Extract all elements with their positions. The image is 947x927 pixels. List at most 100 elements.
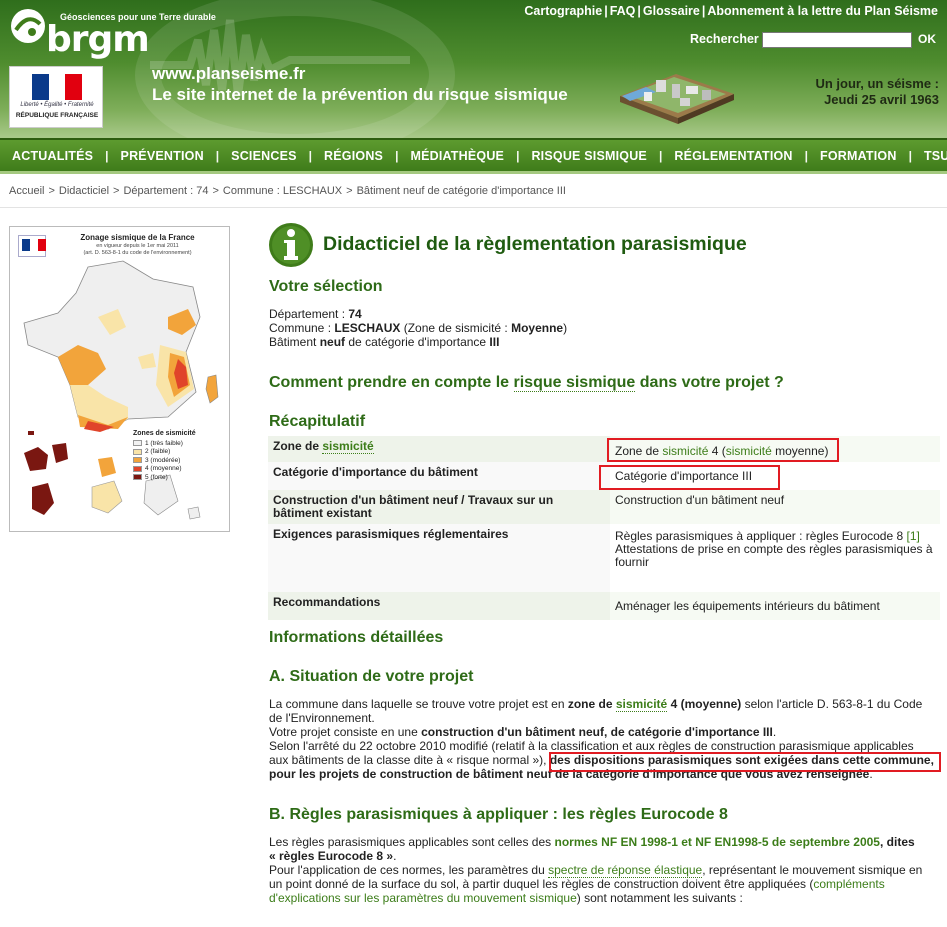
info-heading: Informations détaillées [269,629,444,646]
link-faq[interactable]: FAQ [610,4,636,18]
legend-label: 3 (modérée) [145,456,181,464]
complements-link[interactable]: compléments [813,877,884,891]
recap-val-exigences: Règles parasismiques à appliquer : règle… [610,524,940,592]
highlight-categorie-box [599,465,780,490]
link-separator: | [637,4,641,18]
daily-quake-date[interactable]: Jeudi 25 avril 1963 [815,92,939,108]
selection-departement: Département : 74 [269,307,567,321]
link-glossaire[interactable]: Glossaire [643,4,700,18]
sec-a-p2-post: . [772,725,777,739]
nav-regions[interactable]: RÉGIONS [312,149,395,163]
sec-a-p1-bold2: 4 (moyenne) [667,697,742,711]
marianne-flag-icon [32,74,83,100]
nav-risque-sismique[interactable]: RISQUE SISMIQUE [519,149,659,163]
city-block-illustration [620,74,734,124]
sec-a-p1-bold1: zone de [567,697,616,711]
nav-reglementation[interactable]: RÉGLEMENTATION [662,149,804,163]
map-subtitle-article: (art. D. 563-8-1 du code de l'environnem… [83,250,192,256]
recap-key-construction: Construction d'un bâtiment neuf / Travau… [268,490,610,524]
spectre-reponse-link[interactable]: spectre de réponse élastique [548,863,703,878]
nav-actualites[interactable]: ACTUALITÉS [0,149,105,163]
rf-name: RÉPUBLIQUE FRANÇAISE [15,112,99,119]
breadcrumb-departement[interactable]: Département : 74 [123,185,208,197]
nav-divider: | [658,148,663,163]
brgm-logo-text[interactable]: brgm [46,22,150,58]
map-legend-title: Zones de sismicité [133,430,196,437]
nav-tsunamis[interactable]: TSUNAMIS [912,149,947,163]
normes-nf-en-link[interactable]: normes NF EN 1998-1 et NF EN1998-5 de se… [555,835,880,849]
risque-sismique-link[interactable]: risque sismique [513,374,636,392]
site-url[interactable]: www.planseisme.fr [152,64,305,84]
legend-item: 4 (moyenne) [133,465,196,474]
legend-swatch [133,457,142,464]
sec-b-line: d'explications sur les paramètres du mou… [269,891,941,905]
sismicite-link[interactable]: sismicité [615,697,668,712]
selection-commune: Commune : LESCHAUX (Zone de sismicité : … [269,321,567,335]
recap-heading: Récapitulatif [269,413,366,430]
sec-b-line: Les règles parasismiques applicables son… [269,835,941,849]
link-separator: | [604,4,608,18]
nav-prevention[interactable]: PRÉVENTION [109,149,216,163]
sec-b-line: un point donné de la surface du sol, à p… [269,877,941,891]
table-row: Zone de sismicité Zone de sismicité 4 (s… [268,436,940,462]
legend-label: 1 (très faible) [145,439,183,447]
legend-swatch [133,448,142,455]
page-title: Didacticiel de la règlementation parasis… [323,233,747,255]
breadcrumb-accueil[interactable]: Accueil [9,185,44,197]
breadcrumb-separator: > [346,185,353,197]
breadcrumb-commune[interactable]: Commune : LESCHAUX [223,185,342,197]
bat-pre: Bâtiment [269,335,320,349]
recap-val-construction: Construction d'un bâtiment neuf [610,490,940,524]
nav-sciences[interactable]: SCIENCES [219,149,309,163]
search-ok-button[interactable]: OK [918,32,936,46]
breadcrumb: Accueil > Didacticiel > Département : 74 > Com… [9,185,566,197]
nav-mediatheque[interactable]: MÉDIATHÈQUE [398,149,516,163]
section-a-heading: A. Situation de votre projet [269,668,474,685]
sec-b-p2-mid: , représentant le mouvement sismique en [702,863,923,877]
sec-b-p2-pre: Pour l'application de ces normes, les pa… [269,863,549,877]
nav-formation[interactable]: FORMATION [808,149,909,163]
breadcrumb-divider [0,207,947,208]
nav-divider: | [105,148,109,163]
question-post: dans votre projet ? [635,374,784,391]
breadcrumb-separator: > [113,185,120,197]
sec-b-line: Pour l'application de ces normes, les pa… [269,863,941,878]
selection-batiment: Bâtiment neuf de catégorie d'importance … [269,335,567,349]
legend-item: 3 (modérée) [133,456,196,465]
link-cartographie[interactable]: Cartographie [524,4,602,18]
sec-a-p2-bold: construction d'un bâtiment neuf, de caté… [421,725,773,739]
breadcrumb-didacticiel[interactable]: Didacticiel [59,185,109,197]
commune-zone-post: ) [563,321,568,335]
link-abonnement[interactable]: Abonnement à la lettre du Plan Séisme [707,4,938,18]
recap-key-exigences: Exigences parasismiques réglementaires [268,524,610,592]
brgm-logo-icon[interactable] [8,6,48,46]
seismic-zoning-map[interactable]: Zonage sismique de la France en vigueur … [9,226,230,532]
selection-heading: Votre sélection [269,278,383,295]
france-map-icon [23,260,219,432]
sec-a-line: de l'Environnement. [269,711,375,725]
explications-link[interactable]: d'explications sur les paramètres du mou… [269,891,577,905]
site-header: Géosciences pour une Terre durable brgm … [0,0,947,138]
sismicite-link[interactable]: sismicité [322,439,374,454]
highlight-dispositions-box [549,752,941,772]
map-subtitle-date: en vigueur depuis le 1er mai 2011 [96,243,179,249]
legend-label: 2 (faible) [145,448,171,456]
bat-mid: de catégorie d'importance [345,335,490,349]
recap-key-zone: Zone de sismicité [268,436,610,462]
sec-b-p2-post: ) sont notamment les suivants : [576,891,743,905]
search-input[interactable] [762,32,912,48]
info-icon [269,223,313,267]
table-row: Exigences parasismiques réglementaires R… [268,524,940,592]
table-row: Recommandations Aménager les équipements… [268,592,940,620]
nav-divider: | [908,148,912,163]
republique-francaise-logo[interactable]: Liberté • Égalité • Fraternité RÉPUBLIQU… [9,66,103,128]
top-links: Cartographie | FAQ | Glossaire | Abonnement à … [524,4,938,18]
footnote-1-link[interactable]: [1] [907,529,920,543]
question-heading: Comment prendre en compte le risque sism… [269,374,784,392]
legend-label: 5 (forte) [145,473,168,481]
daily-quake[interactable]: Un jour, un séisme : Jeudi 25 avril 1963 [815,76,939,108]
commune-zone-pre: (Zone de sismicité : [400,321,512,335]
site-tagline: Le site internet de la prévention du ris… [152,85,568,104]
recap-key-categorie: Catégorie d'importance du bâtiment [268,462,610,490]
bat-category: III [489,335,500,349]
